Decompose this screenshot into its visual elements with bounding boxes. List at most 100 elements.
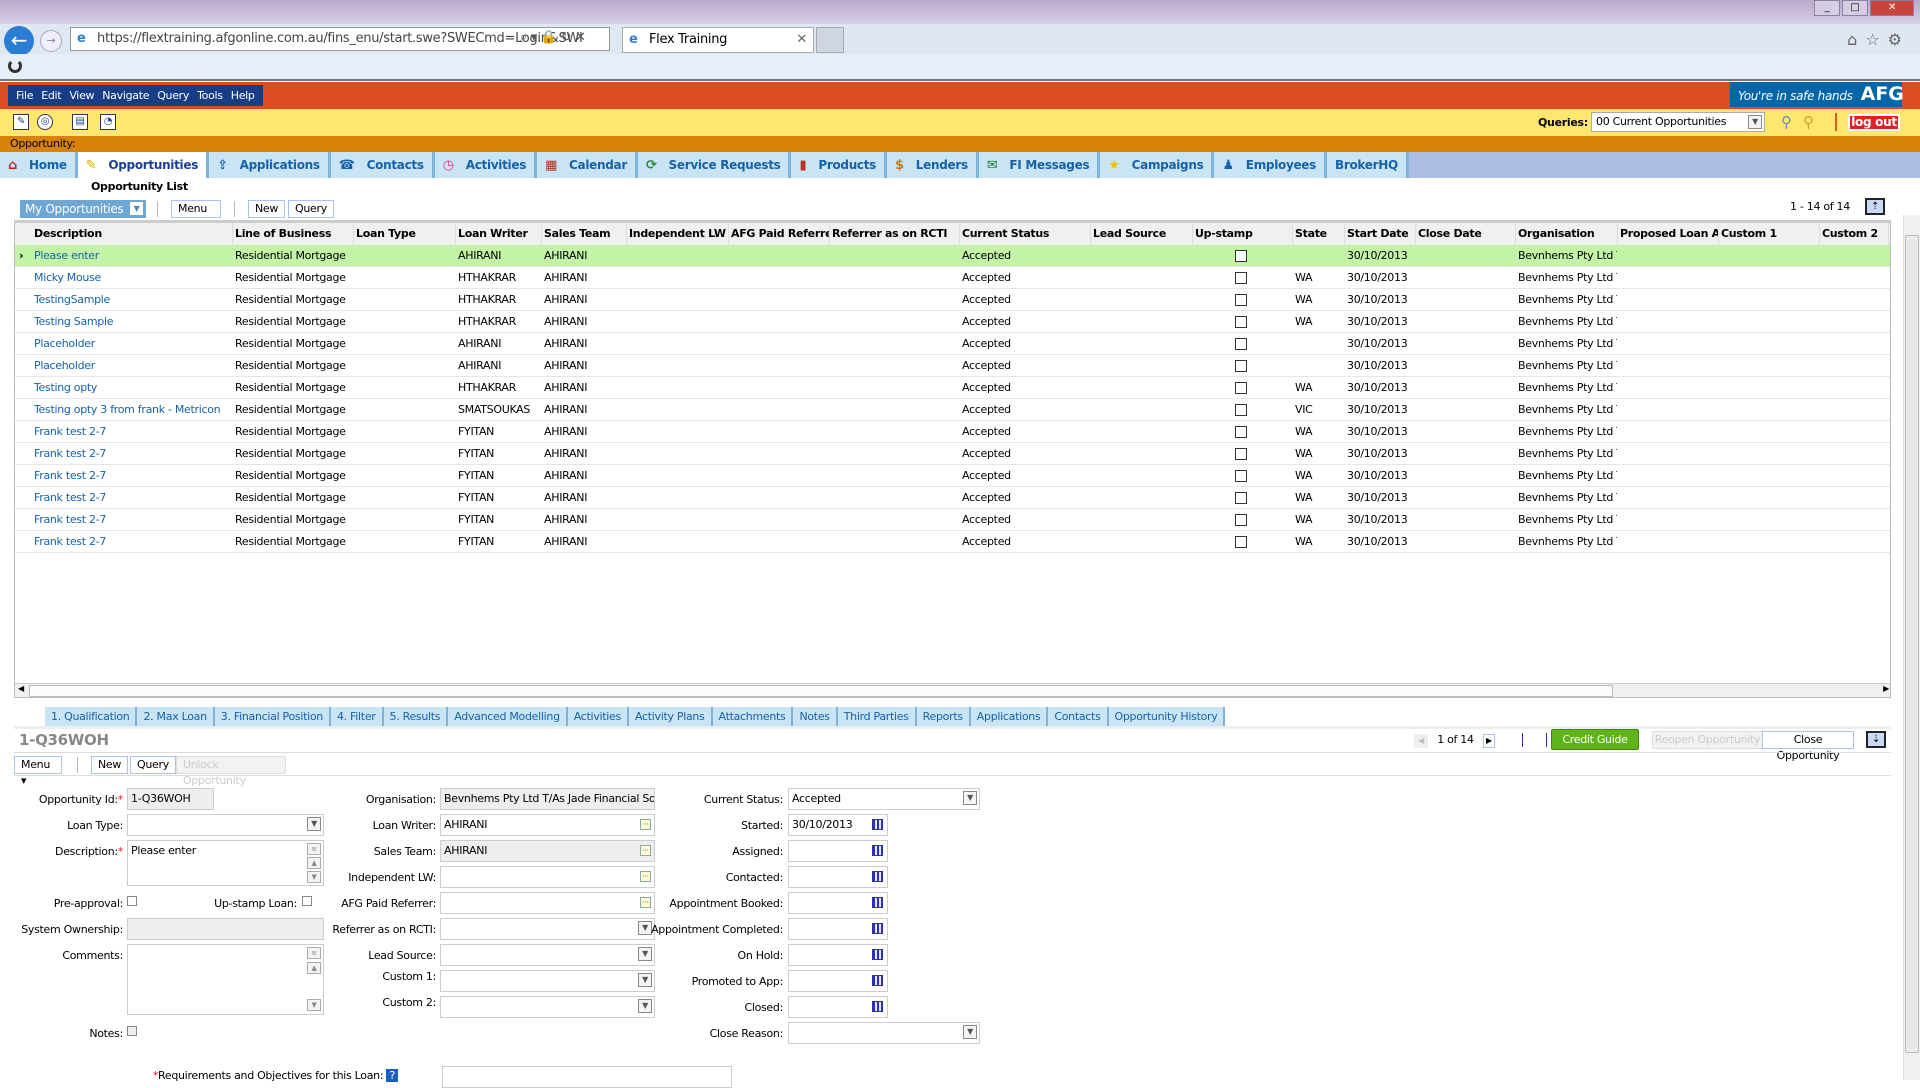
upstamp-checkbox[interactable] (1235, 492, 1247, 504)
scroll-up-icon[interactable]: ▲ (307, 962, 321, 974)
description-link[interactable]: Testing opty (34, 377, 232, 399)
logout-button[interactable]: log out (1848, 114, 1900, 131)
upstamp-loan-checkbox[interactable] (302, 896, 312, 906)
description-link[interactable]: Micky Mouse (34, 267, 232, 289)
view-tab-2-max-loan[interactable]: 2. Max Loan (137, 707, 215, 726)
table-row[interactable]: Micky Mouse Residential Mortgage HTHAKRAR A… (15, 267, 1890, 289)
scroll-down-icon[interactable]: ▼ (307, 871, 321, 883)
table-row[interactable]: Frank test 2-7 Residential Mortgage FYITAN… (15, 509, 1890, 531)
tab-products[interactable]: ▮ Products (791, 152, 888, 178)
view-tab-4-filter[interactable]: 4. Filter (330, 707, 384, 726)
table-row[interactable]: Placeholder Residential Mortgage AHIRANI AH… (15, 333, 1890, 355)
description-link[interactable]: Frank test 2-7 (34, 487, 232, 509)
page-vertical-scrollbar[interactable] (1903, 215, 1920, 1080)
help-icon[interactable]: ? (386, 1069, 398, 1082)
column-header[interactable]: AFG Paid Referre (731, 223, 830, 245)
upstamp-checkbox[interactable] (1235, 382, 1247, 394)
address-bar-icons[interactable]: ⌕ ▾ 🔒 ↻ ✕ (520, 27, 586, 49)
description-link[interactable]: Frank test 2-7 (34, 465, 232, 487)
tab-opportunities[interactable]: ✎ Opportunities (77, 152, 210, 178)
table-row[interactable]: Frank test 2-7 Residential Mortgage FYITAN… (15, 465, 1890, 487)
on-hold-date-field[interactable] (788, 944, 888, 966)
scroll-up-icon[interactable]: ▲ (307, 857, 321, 869)
browser-toolbar-icons[interactable]: ⌂☆⚙ (1847, 30, 1910, 49)
tab-brokerhq[interactable]: BrokerHQ (1327, 152, 1409, 178)
favorites-star-icon[interactable]: ☆ (1865, 30, 1887, 49)
calendar-icon[interactable] (872, 845, 883, 856)
upstamp-checkbox[interactable] (1235, 536, 1247, 548)
upstamp-checkbox[interactable] (1235, 448, 1247, 460)
list-new-button[interactable]: New (248, 200, 286, 218)
table-row[interactable]: Testing opty 3 from frank - Metricon Resi… (15, 399, 1890, 421)
description-link[interactable]: Frank test 2-7 (34, 443, 232, 465)
menu-file[interactable]: File (12, 85, 37, 106)
close-reason-select[interactable]: ▼ (788, 1022, 980, 1044)
upstamp-checkbox[interactable] (1235, 250, 1247, 262)
contacted-date-field[interactable] (788, 866, 888, 888)
upstamp-checkbox[interactable] (1235, 404, 1247, 416)
calendar-icon[interactable] (872, 871, 883, 882)
description-link[interactable]: Frank test 2-7 (34, 531, 232, 553)
column-header[interactable]: Lead Source (1093, 223, 1193, 245)
calendar-icon[interactable] (872, 949, 883, 960)
visibility-select[interactable]: My Opportunities ▼ (20, 200, 146, 218)
calendar-icon[interactable] (872, 819, 883, 830)
horizontal-scrollbar[interactable]: ◀ ▶ (15, 683, 1890, 697)
column-header[interactable]: Sales Team (544, 223, 627, 245)
table-row[interactable]: Testing opty Residential Mortgage HTHAKRAR… (15, 377, 1890, 399)
sales-team-field[interactable]: AHIRANI ⋯ (440, 840, 655, 862)
column-header[interactable]: Up-stamp (1195, 223, 1293, 245)
upstamp-checkbox[interactable] (1235, 514, 1247, 526)
tab-service-requests[interactable]: ⟳ Service Requests (637, 152, 792, 178)
view-tab-activity-plans[interactable]: Activity Plans (628, 707, 713, 726)
column-header[interactable]: Independent LW (629, 223, 729, 245)
close-opportunity-button[interactable]: Close Opportunity (1762, 731, 1854, 762)
maximize-applet-icon[interactable]: ⇡ (1865, 198, 1885, 215)
view-tab-3-financial-position[interactable]: 3. Financial Position (214, 707, 331, 726)
minimize-button[interactable]: _ (1814, 0, 1840, 16)
new-tab-button[interactable] (816, 27, 844, 53)
view-tab-5-results[interactable]: 5. Results (383, 707, 449, 726)
browser-tab-active[interactable]: e Flex Training ✕ (622, 27, 814, 53)
table-row[interactable]: TestingSample Residential Mortgage HTHAKRA… (15, 289, 1890, 311)
column-header[interactable]: Loan Writer (458, 223, 542, 245)
upstamp-checkbox[interactable] (1235, 426, 1247, 438)
list-menu-button[interactable]: Menu ▾ (171, 200, 221, 231)
description-field[interactable]: Please enter ≡ ▲ ▼ (127, 840, 324, 886)
table-row[interactable]: Placeholder Residential Mortgage AHIRANI AH… (15, 355, 1890, 377)
independent-lw-field[interactable]: ⋯ (440, 866, 655, 888)
view-tab-1-qualification[interactable]: 1. Qualification (45, 707, 138, 726)
view-tab-attachments[interactable]: Attachments (712, 707, 794, 726)
column-header[interactable]: Referrer as on RCTI (832, 223, 960, 245)
column-header[interactable]: Current Status (962, 223, 1091, 245)
description-link[interactable]: TestingSample (34, 289, 232, 311)
upstamp-checkbox[interactable] (1235, 470, 1247, 482)
tab-calendar[interactable]: ▦ Calendar (537, 152, 638, 178)
gear-icon[interactable]: ⚙ (1888, 30, 1910, 49)
scroll-down-icon[interactable]: ▼ (307, 999, 321, 1011)
column-header[interactable]: Line of Business (235, 223, 354, 245)
view-tab-activities[interactable]: Activities (567, 707, 629, 726)
lead-source-select[interactable]: ▼ (440, 944, 655, 966)
upstamp-checkbox[interactable] (1235, 272, 1247, 284)
calendar-icon[interactable] (872, 897, 883, 908)
description-link[interactable]: Frank test 2-7 (34, 421, 232, 443)
report-icon[interactable]: ◔ (100, 114, 116, 130)
custom2-select[interactable]: ▼ (440, 996, 655, 1018)
description-link[interactable]: Placeholder (34, 333, 232, 355)
column-header[interactable]: State (1295, 223, 1345, 245)
chevron-down-icon[interactable]: ▼ (1748, 115, 1762, 129)
column-header[interactable]: Custom 1 (1721, 223, 1820, 245)
queries-select[interactable]: 00 Current Opportunities ▼ (1591, 112, 1765, 132)
view-tab-third-parties[interactable]: Third Parties (837, 707, 917, 726)
requirements-field[interactable] (442, 1066, 732, 1088)
description-link[interactable]: Testing opty 3 from frank - Metricon (34, 399, 232, 421)
previous-record-button[interactable]: ◀ (1414, 734, 1428, 748)
edit-icon[interactable]: ✎ (13, 114, 29, 130)
loan-type-select[interactable]: ▼ (127, 814, 324, 836)
assigned-date-field[interactable] (788, 840, 888, 862)
tab-applications[interactable]: ⇪ Applications (209, 152, 331, 178)
menu-navigate[interactable]: Navigate (98, 85, 153, 106)
print-icon[interactable]: ▤ (72, 114, 88, 130)
restore-applet-icon[interactable]: ⇣ (1866, 731, 1886, 748)
